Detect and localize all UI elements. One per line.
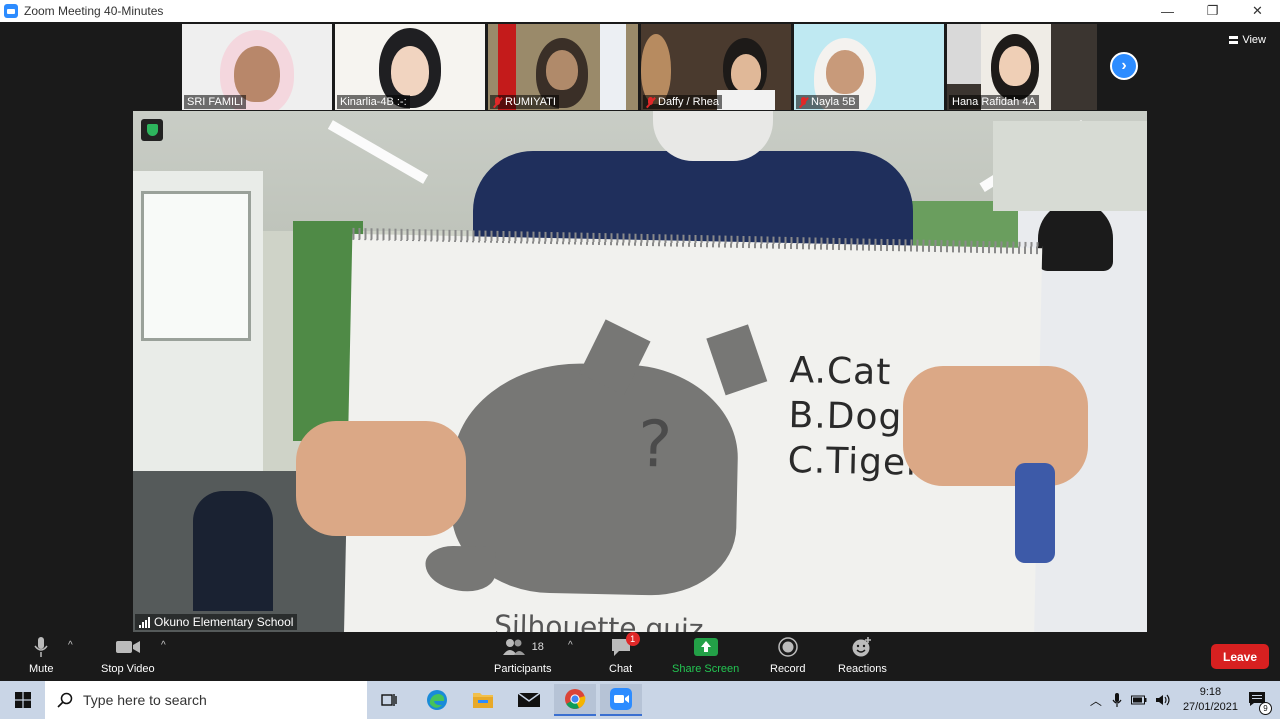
taskbar-clock[interactable]: 9:18 27/01/2021 bbox=[1183, 685, 1238, 715]
participant-tile[interactable]: Kinarlia-4B :-: bbox=[335, 24, 485, 110]
notification-count-badge: 9 bbox=[1259, 701, 1272, 715]
chat-unread-badge: 1 bbox=[625, 632, 640, 646]
file-explorer-icon[interactable] bbox=[462, 684, 504, 716]
taskbar-search-box[interactable]: Type here to search bbox=[45, 681, 367, 719]
signal-bars-icon bbox=[139, 616, 150, 628]
speaker-name-label: Okuno Elementary School bbox=[135, 614, 298, 630]
zoom-app-icon bbox=[4, 4, 18, 18]
video-camera-icon bbox=[115, 636, 141, 658]
participant-name: Hana Rafidah 4A bbox=[949, 95, 1039, 109]
gallery-strip: SRI FAMILI Kinarlia-4B :-: RUMIYATI Daff… bbox=[182, 24, 1100, 110]
next-page-chevron-icon[interactable]: › bbox=[1110, 52, 1138, 80]
volume-icon bbox=[1155, 694, 1170, 706]
tray-microphone-icon bbox=[1112, 693, 1122, 707]
show-hidden-icons-chevron-icon[interactable]: ︿ bbox=[1090, 692, 1102, 709]
window-titlebar: Zoom Meeting 40-Minutes — ❐ ✕ bbox=[0, 0, 1280, 22]
participants-options-caret-icon[interactable]: ^ bbox=[568, 640, 573, 651]
zoom-taskbar-icon[interactable] bbox=[600, 684, 642, 716]
search-icon bbox=[57, 692, 73, 708]
view-grid-icon bbox=[1229, 36, 1239, 44]
participant-tile[interactable]: Daffy / Rhea bbox=[641, 24, 791, 110]
chat-button[interactable]: 1 Chat bbox=[609, 632, 640, 675]
participants-icon: 18 bbox=[502, 636, 544, 658]
participants-button[interactable]: 18 Participants bbox=[494, 636, 551, 675]
video-options-caret-icon[interactable]: ^ bbox=[161, 640, 166, 651]
microphone-icon bbox=[33, 636, 49, 658]
reactions-button[interactable]: Reactions bbox=[838, 636, 887, 675]
minimize-button[interactable]: — bbox=[1145, 0, 1190, 22]
leave-button[interactable]: Leave bbox=[1211, 644, 1269, 669]
window-controls: — ❐ ✕ bbox=[1145, 0, 1280, 22]
share-screen-icon bbox=[693, 636, 718, 658]
participant-tile[interactable]: RUMIYATI bbox=[488, 24, 638, 110]
action-center-icon[interactable]: 9 bbox=[1248, 691, 1272, 715]
participant-name: Daffy / Rhea bbox=[643, 95, 722, 109]
edge-browser-icon[interactable] bbox=[416, 684, 458, 716]
system-tray: ︿ 9:18 27/01/2021 9 bbox=[1090, 681, 1280, 719]
mute-button[interactable]: Mute bbox=[29, 636, 53, 675]
active-speaker-video: ? A.Cat B.Dog C.Tiger Silhouette quiz Ok… bbox=[133, 111, 1147, 632]
mail-icon[interactable] bbox=[508, 684, 550, 716]
mic-muted-icon bbox=[799, 96, 808, 108]
windows-logo-icon bbox=[14, 692, 31, 708]
meeting-toolbar: Mute ^ Stop Video ^ 18 Participants ^ 1 … bbox=[0, 632, 1280, 681]
meeting-stage: SRI FAMILI Kinarlia-4B :-: RUMIYATI Daff… bbox=[0, 22, 1280, 632]
battery-icon bbox=[1130, 695, 1147, 705]
windows-taskbar: Type here to search ︿ 9:18 27/01/2021 9 bbox=[0, 681, 1280, 719]
participant-tile[interactable]: SRI FAMILI bbox=[182, 24, 332, 110]
record-icon bbox=[777, 636, 798, 658]
windows-start-button[interactable] bbox=[0, 681, 45, 719]
mic-muted-icon bbox=[646, 96, 655, 108]
record-button[interactable]: Record bbox=[770, 636, 805, 675]
participant-name: SRI FAMILI bbox=[184, 95, 247, 109]
participant-name: RUMIYATI bbox=[490, 95, 559, 109]
chrome-browser-icon[interactable] bbox=[554, 684, 596, 716]
audio-options-caret-icon[interactable]: ^ bbox=[68, 640, 73, 651]
participants-count: 18 bbox=[531, 641, 544, 653]
participant-name: Kinarlia-4B :-: bbox=[337, 95, 410, 109]
share-screen-button[interactable]: Share Screen bbox=[672, 636, 739, 675]
participant-tile[interactable]: Hana Rafidah 4A bbox=[947, 24, 1097, 110]
view-button[interactable]: View bbox=[1229, 34, 1266, 46]
stop-video-button[interactable]: Stop Video bbox=[101, 636, 155, 675]
window-title: Zoom Meeting 40-Minutes bbox=[24, 4, 164, 18]
participant-tile[interactable]: Nayla 5B bbox=[794, 24, 944, 110]
restore-button[interactable]: ❐ bbox=[1190, 0, 1235, 22]
mic-muted-icon bbox=[493, 96, 502, 108]
participant-name: Nayla 5B bbox=[796, 95, 859, 109]
encryption-shield-icon[interactable] bbox=[141, 119, 163, 141]
smiley-plus-icon bbox=[851, 636, 873, 658]
close-button[interactable]: ✕ bbox=[1235, 0, 1280, 22]
chat-bubble-icon: 1 bbox=[610, 632, 640, 658]
task-view-icon[interactable] bbox=[368, 684, 410, 716]
